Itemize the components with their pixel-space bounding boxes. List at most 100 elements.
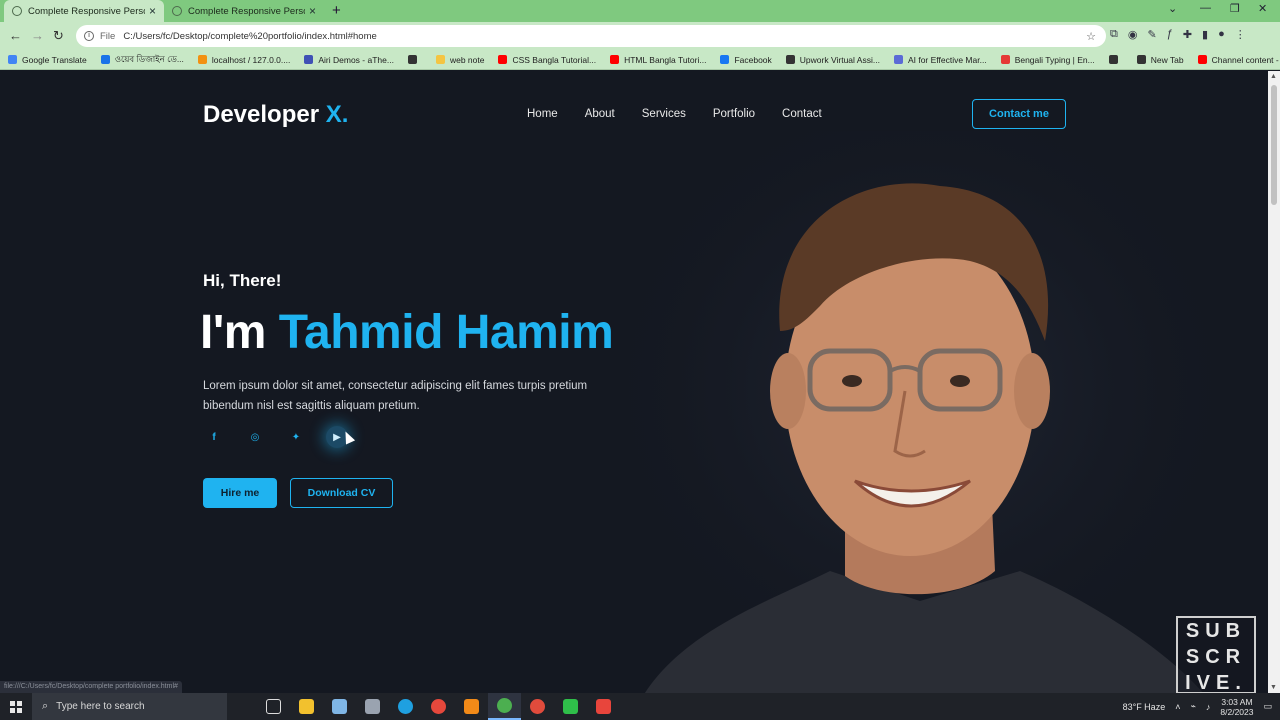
bookmark-item[interactable]: CSS Bangla Tutorial... [498, 55, 596, 65]
bookmark-item[interactable]: Upwork Virtual Assi... [785, 55, 880, 65]
menu-icon[interactable]: ⋮ [1235, 28, 1246, 41]
nav-home[interactable]: Home [527, 108, 558, 120]
bookmark-label: localhost / 127.0.0.... [211, 54, 291, 65]
bookmark-label: Bengali Typing | En... [1014, 54, 1095, 65]
bookmark-item[interactable]: Bengali Typing | En... [1000, 54, 1095, 65]
tab-title: Complete Responsive Personal P [28, 5, 145, 17]
search-icon: ⌕ [42, 700, 49, 712]
volume-icon[interactable]: ♪ [1206, 702, 1211, 712]
back-button[interactable]: ← [9, 28, 22, 43]
bookmark-favicon-icon [720, 55, 730, 64]
bookmark-item[interactable]: HTML Bangla Tutori... [610, 55, 706, 65]
bookmark-favicon-icon [100, 55, 110, 64]
contact-me-button[interactable]: Contact me [972, 99, 1066, 129]
bookmark-favicon-icon [8, 55, 17, 64]
close-tab-icon[interactable]: × [309, 4, 316, 18]
clock-time: 3:03 AM [1221, 696, 1253, 707]
windows-logo-icon [10, 700, 22, 713]
scroll-down-icon[interactable]: ▼ [1270, 684, 1277, 691]
camtasia-icon[interactable] [554, 693, 587, 720]
sublime-icon[interactable] [455, 693, 488, 720]
chevron-down-icon[interactable]: ⌄ [1168, 2, 1177, 15]
greeting-text: Hi, There! [203, 271, 282, 290]
bookmark-item[interactable]: Channel content - Y... [1197, 55, 1280, 65]
bookmark-item[interactable] [407, 55, 422, 64]
bookmark-favicon-icon [498, 55, 508, 64]
edge-icon[interactable] [389, 693, 422, 720]
puzzle-icon[interactable]: ✚ [1183, 28, 1192, 41]
taskbar-apps [257, 693, 620, 720]
url-field[interactable]: i File C:/Users/fc/Desktop/complete%20po… [76, 25, 1106, 47]
nav-contact[interactable]: Contact [782, 108, 822, 120]
nav-about[interactable]: About [585, 108, 615, 120]
minimize-button[interactable]: — [1200, 2, 1211, 14]
nav-services[interactable]: Services [642, 108, 686, 120]
task-view-icon[interactable] [257, 693, 290, 720]
bookmark-item[interactable]: Airi Demos - aThe... [304, 55, 394, 65]
globe-icon [172, 6, 182, 16]
scrollbar-thumb[interactable] [1271, 85, 1277, 205]
bookmark-label: Google Translate [22, 54, 87, 65]
chrome-active-icon[interactable] [488, 693, 521, 720]
profile-avatar[interactable]: ● [1218, 28, 1225, 41]
heading-name: Tahmid Hamim [278, 306, 614, 359]
reload-button[interactable]: ↻ [53, 28, 64, 44]
notepad-icon[interactable] [323, 693, 356, 720]
hero-heading: I'm Tahmid Hamim [200, 305, 614, 360]
new-tab-button[interactable]: + [332, 2, 341, 19]
close-tab-icon[interactable]: × [149, 4, 156, 18]
heading-prefix: I'm [200, 306, 266, 359]
camera-extension-icon[interactable]: ◉ [1128, 28, 1138, 41]
chevron-up-icon[interactable]: ˄ [1175, 702, 1180, 712]
bookmark-item[interactable]: ওয়েব ডিজাইন ডে... [100, 53, 184, 67]
bookmark-item[interactable]: AI for Effective Mar... [893, 55, 987, 65]
tab-active[interactable]: Complete Responsive Personal P × [4, 0, 164, 22]
bookmarks-bar: Google Translate ওয়েব ডিজাইন ডে... localh… [0, 50, 1280, 70]
forward-button[interactable]: → [31, 28, 44, 43]
taskbar-search[interactable]: ⌕ Type here to search [32, 693, 227, 720]
bookmark-favicon-icon [435, 55, 445, 64]
url-text: C:/Users/fc/Desktop/complete%20portfolio… [123, 30, 377, 42]
bookmark-item[interactable]: Facebook [720, 55, 772, 65]
bookmark-item[interactable]: Google Translate [8, 55, 87, 65]
network-icon[interactable]: ⌁ [1190, 701, 1195, 712]
twitter-icon[interactable]: ✦ [285, 426, 307, 448]
edit-extension-icon[interactable]: ✎ [1147, 28, 1156, 41]
info-icon[interactable]: i [84, 31, 94, 41]
hire-me-button[interactable]: Hire me [203, 478, 277, 508]
instagram-icon[interactable]: ◎ [244, 426, 266, 448]
download-cv-button[interactable]: Download CV [290, 478, 393, 508]
bookmark-item[interactable] [1108, 55, 1123, 64]
bookmark-favicon-icon [304, 55, 314, 64]
bookmark-item[interactable]: localhost / 127.0.0.... [197, 54, 291, 65]
recorder-icon[interactable] [587, 693, 620, 720]
restore-button[interactable]: ❐ [1230, 2, 1240, 15]
bookmark-item[interactable]: New Tab [1136, 55, 1184, 65]
nav-portfolio[interactable]: Portfolio [713, 108, 755, 120]
logo-text: Developer [203, 101, 320, 128]
start-button[interactable] [0, 693, 32, 720]
scroll-up-icon[interactable]: ▲ [1270, 73, 1277, 80]
social-links: f ◎ ✦ ▶ [203, 426, 348, 448]
font-extension-icon[interactable]: ƒ [1167, 28, 1173, 41]
store-icon[interactable] [356, 693, 389, 720]
page-scrollbar[interactable]: ▲ ▼ [1268, 71, 1280, 693]
site-logo[interactable]: Developer X. [203, 101, 348, 129]
tab-inactive[interactable]: Complete Responsive Personal P × [164, 0, 324, 22]
bookmark-item[interactable]: web note [435, 55, 484, 65]
clock[interactable]: 3:03 AM 8/2/2023 [1220, 697, 1253, 717]
weather-status[interactable]: 83°F Haze [1123, 702, 1166, 712]
close-window-button[interactable]: ✕ [1258, 2, 1267, 15]
sidebar-icon[interactable]: ▮ [1202, 28, 1208, 41]
subscribe-line: SCR [1185, 646, 1247, 668]
translate-extension-icon[interactable]: ⧉ [1110, 28, 1118, 41]
tab-title: Complete Responsive Personal P [188, 5, 305, 17]
file-explorer-icon[interactable] [290, 693, 323, 720]
notification-icon[interactable]: ▭ [1263, 701, 1272, 712]
subscribe-line: SUB [1185, 620, 1247, 642]
chrome-profile-icon[interactable] [521, 693, 554, 720]
bookmark-favicon-icon [610, 55, 620, 64]
chrome-icon[interactable] [422, 693, 455, 720]
facebook-icon[interactable]: f [203, 426, 225, 448]
bookmark-star-icon[interactable]: ☆ [1086, 30, 1096, 43]
